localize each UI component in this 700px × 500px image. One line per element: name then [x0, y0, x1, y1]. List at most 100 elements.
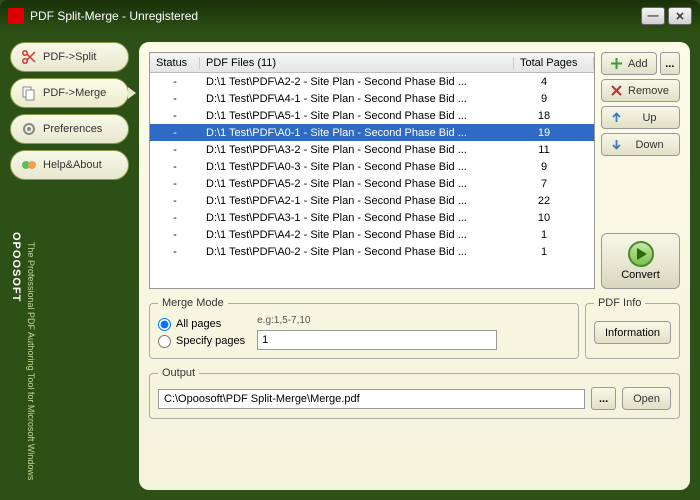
cell-status: -	[150, 161, 200, 173]
add-button[interactable]: Add	[601, 52, 657, 75]
cell-pages: 4	[514, 76, 594, 88]
cell-pages: 18	[514, 110, 594, 122]
remove-button[interactable]: Remove	[601, 79, 680, 102]
specify-pages-input[interactable]	[257, 330, 497, 350]
output-legend: Output	[158, 367, 199, 379]
cell-status: -	[150, 229, 200, 241]
cell-pages: 10	[514, 212, 594, 224]
cell-pages: 11	[514, 144, 594, 156]
cell-pages: 9	[514, 161, 594, 173]
radio-all-label: All pages	[176, 318, 221, 330]
col-pages[interactable]: Total Pages	[514, 57, 594, 69]
cell-file: D:\1 Test\PDF\A3-1 - Site Plan - Second …	[200, 212, 514, 224]
merge-icon	[21, 85, 37, 101]
table-row[interactable]: -D:\1 Test\PDF\A0-1 - Site Plan - Second…	[150, 124, 594, 141]
table-row[interactable]: -D:\1 Test\PDF\A3-1 - Site Plan - Second…	[150, 209, 594, 226]
radio-all-pages[interactable]: All pages	[158, 318, 245, 331]
brand-text: OPOOSOFT	[10, 232, 22, 490]
table-row[interactable]: -D:\1 Test\PDF\A4-1 - Site Plan - Second…	[150, 90, 594, 107]
sidebar-item-merge[interactable]: PDF->Merge	[10, 78, 129, 108]
cell-status: -	[150, 93, 200, 105]
output-group: Output ... Open	[149, 367, 680, 419]
sidebar-item-split[interactable]: PDF->Split	[10, 42, 129, 72]
cell-pages: 22	[514, 195, 594, 207]
output-path-input[interactable]	[158, 389, 585, 409]
help-icon	[21, 157, 37, 173]
play-icon	[628, 241, 654, 267]
cell-pages: 1	[514, 229, 594, 241]
cell-status: -	[150, 110, 200, 122]
radio-specify-pages[interactable]: Specify pages	[158, 335, 245, 348]
pdf-info-group: PDF Info Information	[585, 297, 680, 359]
cell-pages: 1	[514, 246, 594, 258]
cell-file: D:\1 Test\PDF\A2-2 - Site Plan - Second …	[200, 76, 514, 88]
col-status[interactable]: Status	[150, 57, 200, 69]
cell-file: D:\1 Test\PDF\A2-1 - Site Plan - Second …	[200, 195, 514, 207]
scissors-icon	[21, 49, 37, 65]
app-icon	[8, 8, 24, 24]
file-table: Status PDF Files (11) Total Pages -D:\1 …	[149, 52, 595, 289]
cell-file: D:\1 Test\PDF\A0-3 - Site Plan - Second …	[200, 161, 514, 173]
tagline-text: The Professional PDF Authoring Tool for …	[26, 232, 36, 490]
titlebar: PDF Split-Merge - Unregistered — ✕	[0, 0, 700, 32]
open-output-button[interactable]: Open	[622, 387, 671, 410]
cell-status: -	[150, 178, 200, 190]
table-row[interactable]: -D:\1 Test\PDF\A0-3 - Site Plan - Second…	[150, 158, 594, 175]
add-menu-button[interactable]: ...	[660, 52, 680, 75]
cell-status: -	[150, 246, 200, 258]
merge-mode-legend: Merge Mode	[158, 297, 228, 309]
cell-status: -	[150, 144, 200, 156]
cell-file: D:\1 Test\PDF\A4-2 - Site Plan - Second …	[200, 229, 514, 241]
sidebar-item-help[interactable]: Help&About	[10, 150, 129, 180]
merge-mode-group: Merge Mode All pages Specify pages e.g:1…	[149, 297, 579, 359]
sidebar-label: PDF->Merge	[43, 87, 106, 99]
sidebar-label: Help&About	[43, 159, 102, 171]
cell-file: D:\1 Test\PDF\A5-2 - Site Plan - Second …	[200, 178, 514, 190]
table-row[interactable]: -D:\1 Test\PDF\A4-2 - Site Plan - Second…	[150, 226, 594, 243]
minimize-button[interactable]: —	[641, 7, 665, 25]
up-button[interactable]: Up	[601, 106, 680, 129]
main-panel: Status PDF Files (11) Total Pages -D:\1 …	[139, 42, 690, 490]
cell-status: -	[150, 127, 200, 139]
sidebar-label: Preferences	[43, 123, 102, 135]
table-row[interactable]: -D:\1 Test\PDF\A5-2 - Site Plan - Second…	[150, 175, 594, 192]
table-row[interactable]: -D:\1 Test\PDF\A3-2 - Site Plan - Second…	[150, 141, 594, 158]
table-row[interactable]: -D:\1 Test\PDF\A2-1 - Site Plan - Second…	[150, 192, 594, 209]
gear-icon	[21, 121, 37, 137]
table-row[interactable]: -D:\1 Test\PDF\A2-2 - Site Plan - Second…	[150, 73, 594, 90]
information-button[interactable]: Information	[594, 321, 671, 344]
add-label: Add	[628, 58, 648, 70]
convert-label: Convert	[621, 269, 660, 281]
col-files[interactable]: PDF Files (11)	[200, 57, 514, 69]
cell-status: -	[150, 212, 200, 224]
table-row[interactable]: -D:\1 Test\PDF\A5-1 - Site Plan - Second…	[150, 107, 594, 124]
close-button[interactable]: ✕	[668, 7, 692, 25]
x-icon	[610, 84, 623, 97]
cell-status: -	[150, 195, 200, 207]
plus-icon	[610, 57, 623, 70]
file-table-body[interactable]: -D:\1 Test\PDF\A2-2 - Site Plan - Second…	[150, 73, 594, 288]
browse-output-button[interactable]: ...	[591, 387, 616, 410]
cell-file: D:\1 Test\PDF\A3-2 - Site Plan - Second …	[200, 144, 514, 156]
convert-button[interactable]: Convert	[601, 233, 680, 289]
table-row[interactable]: -D:\1 Test\PDF\A0-2 - Site Plan - Second…	[150, 243, 594, 260]
cell-pages: 7	[514, 178, 594, 190]
example-text: e.g:1,5-7,10	[257, 315, 497, 326]
sidebar-item-preferences[interactable]: Preferences	[10, 114, 129, 144]
arrow-down-icon	[610, 138, 623, 151]
radio-all-input[interactable]	[158, 318, 171, 331]
sidebar: PDF->Split PDF->Merge Preferences Help&A…	[10, 42, 129, 490]
up-label: Up	[628, 112, 671, 124]
window-title: PDF Split-Merge - Unregistered	[30, 9, 638, 23]
cell-file: D:\1 Test\PDF\A0-2 - Site Plan - Second …	[200, 246, 514, 258]
cell-file: D:\1 Test\PDF\A0-1 - Site Plan - Second …	[200, 127, 514, 139]
cell-file: D:\1 Test\PDF\A5-1 - Site Plan - Second …	[200, 110, 514, 122]
cell-pages: 9	[514, 93, 594, 105]
down-button[interactable]: Down	[601, 133, 680, 156]
cell-pages: 19	[514, 127, 594, 139]
remove-label: Remove	[628, 85, 669, 97]
sidebar-label: PDF->Split	[43, 51, 97, 63]
cell-status: -	[150, 76, 200, 88]
radio-specify-input[interactable]	[158, 335, 171, 348]
cell-file: D:\1 Test\PDF\A4-1 - Site Plan - Second …	[200, 93, 514, 105]
